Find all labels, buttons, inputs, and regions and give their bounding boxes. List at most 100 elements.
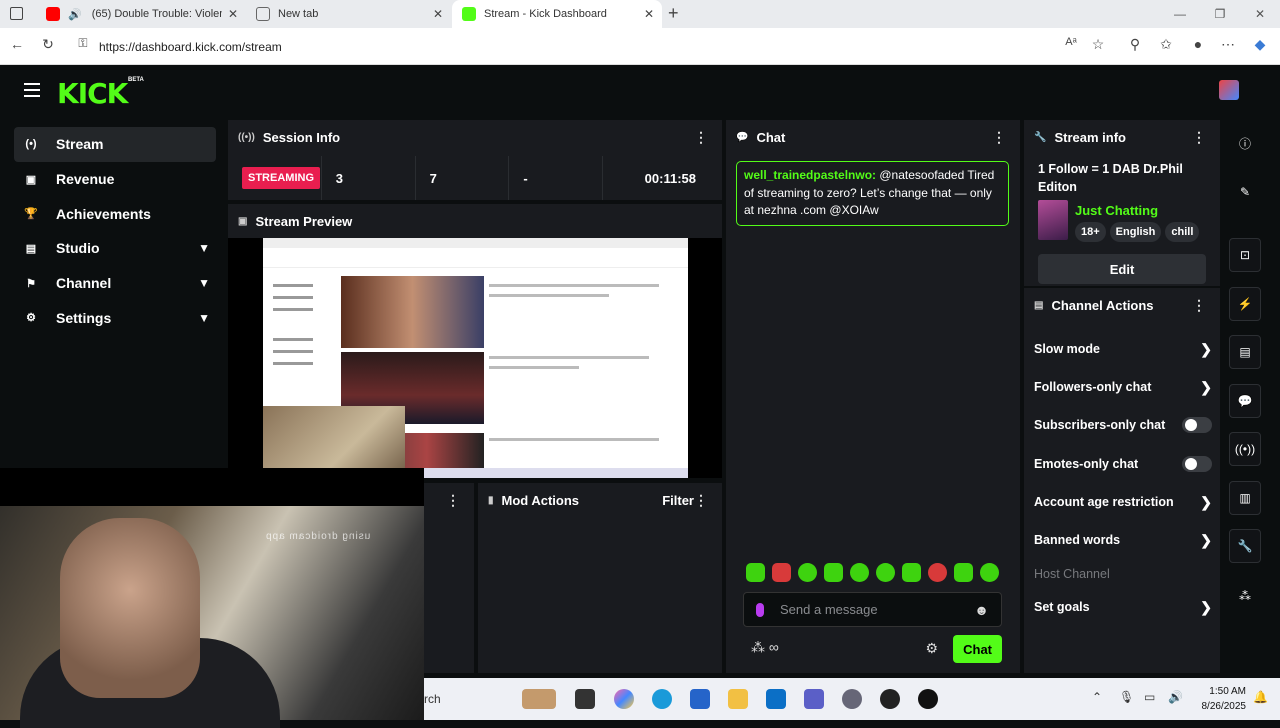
emote-icon[interactable]: [798, 563, 817, 582]
more-menu-icon[interactable]: ⋯: [1218, 36, 1238, 53]
emoji-icon[interactable]: ☻: [974, 602, 989, 618]
back-icon[interactable]: ←: [7, 36, 27, 52]
stream-preview-video[interactable]: [228, 238, 722, 478]
banned-words-item[interactable]: Banned words ❯: [1034, 521, 1212, 559]
copilot-icon[interactable]: ◆: [1250, 36, 1270, 53]
user-avatar[interactable]: [1219, 80, 1239, 100]
emote-icon[interactable]: [902, 563, 921, 582]
store-icon[interactable]: [690, 689, 710, 709]
kebab-menu-icon[interactable]: ⋮: [694, 129, 708, 146]
sidebar-item-revenue[interactable]: ▣ Revenue: [14, 162, 216, 197]
emote-icon[interactable]: [772, 563, 791, 582]
speaker-icon[interactable]: 🔊: [68, 8, 82, 21]
tab-actions-icon[interactable]: [10, 7, 23, 20]
folder-icon[interactable]: [728, 689, 748, 709]
volume-icon[interactable]: 🔊: [1168, 690, 1183, 704]
chevron-down-icon[interactable]: ▼: [198, 311, 210, 325]
obs-icon[interactable]: [918, 689, 938, 709]
new-tab-plus-icon[interactable]: +: [668, 3, 679, 24]
followers-only-chat-item[interactable]: Followers-only chat ❯: [1034, 368, 1212, 406]
document-icon[interactable]: ▤: [1229, 335, 1261, 369]
panel-header: ▮ Mod Actions Filter ⋮: [478, 483, 722, 517]
network-icon[interactable]: ▭: [1144, 690, 1155, 704]
kebab-menu-icon[interactable]: ⋮: [992, 129, 1006, 146]
copilot-icon[interactable]: [614, 689, 634, 709]
session-info-panel: ((•)) Session Info ⋮ STREAMING 3 7 - 00:…: [228, 120, 722, 200]
emotes-only-toggle[interactable]: [1182, 456, 1212, 472]
kebab-menu-icon[interactable]: ⋮: [446, 492, 460, 509]
set-goals-item[interactable]: Set goals ❯: [1034, 588, 1212, 626]
outlook-icon[interactable]: [766, 689, 786, 709]
lightning-icon[interactable]: ⚡: [1229, 287, 1261, 321]
filter-button[interactable]: Filter: [662, 493, 694, 508]
category-name[interactable]: Just Chatting: [1075, 203, 1158, 218]
tab-kick-dashboard[interactable]: Stream - Kick Dashboard ✕: [452, 0, 662, 28]
chat-message[interactable]: well_trainedpastelnwo: @natesoofaded Tir…: [736, 161, 1009, 226]
broadcast-icon[interactable]: ((•)): [1229, 432, 1261, 466]
kebab-menu-icon[interactable]: ⋮: [1192, 129, 1206, 146]
close-tab-icon[interactable]: ✕: [644, 7, 654, 21]
sidebar-item-channel[interactable]: ⚑ Channel ▼: [14, 266, 216, 301]
community-icon[interactable]: ⁂: [1229, 585, 1261, 607]
taskbar-search[interactable]: rch: [424, 692, 441, 706]
settings-gear-icon[interactable]: [842, 689, 862, 709]
hamburger-menu-icon[interactable]: [24, 83, 40, 97]
dog-widget-icon[interactable]: [522, 689, 556, 709]
emote-icon[interactable]: [876, 563, 895, 582]
pencil-icon[interactable]: ✎: [1229, 181, 1261, 203]
layout-icon[interactable]: ▥: [1229, 481, 1261, 515]
screenshot-icon[interactable]: ⊡: [1229, 238, 1261, 272]
task-view-icon[interactable]: [575, 689, 595, 709]
emote-icon[interactable]: [980, 563, 999, 582]
profile-icon[interactable]: ●: [1188, 36, 1208, 52]
gear-icon[interactable]: ⚙: [925, 640, 938, 657]
tab-youtube[interactable]: 🔊 (65) Double Trouble: Violent ✕: [36, 0, 246, 28]
favorites-icon[interactable]: ✩: [1156, 36, 1176, 53]
chevron-up-icon[interactable]: ⌃: [1092, 690, 1102, 704]
kick-logo[interactable]: KICK: [57, 77, 128, 110]
extensions-icon[interactable]: ⚲: [1125, 36, 1145, 53]
slow-mode-item[interactable]: Slow mode ❯: [1034, 330, 1212, 368]
close-tab-icon[interactable]: ✕: [433, 7, 443, 21]
microphone-tray-icon[interactable]: 🎙: [1119, 690, 1134, 704]
emote-icon[interactable]: [850, 563, 869, 582]
sidebar-item-studio[interactable]: ▤ Studio ▼: [14, 231, 216, 266]
read-aloud-icon[interactable]: Aᵃ: [1061, 36, 1081, 48]
sidebar-item-achievements[interactable]: 🏆 Achievements: [14, 196, 216, 231]
maximize-icon[interactable]: ❐: [1200, 0, 1240, 28]
kebab-menu-icon[interactable]: ⋮: [1192, 297, 1206, 314]
clock[interactable]: 1:50 AM 8/26/2025: [1202, 684, 1247, 714]
send-chat-button[interactable]: Chat: [953, 635, 1002, 663]
tab-new-tab[interactable]: New tab ✕: [246, 0, 451, 28]
teams-icon[interactable]: [804, 689, 824, 709]
subscribers-only-toggle[interactable]: [1182, 417, 1212, 433]
kick-points-icon[interactable]: ⁂ ∞: [751, 639, 779, 656]
favorite-star-icon[interactable]: ☆: [1088, 36, 1108, 53]
wrench-icon[interactable]: 🔧: [1229, 529, 1261, 563]
window-close-icon[interactable]: ✕: [1240, 0, 1280, 28]
emote-icon[interactable]: [746, 563, 765, 582]
notification-bell-icon[interactable]: 🔔: [1253, 690, 1268, 704]
emote-icon[interactable]: [928, 563, 947, 582]
sidebar-item-settings[interactable]: ⚙ Settings ▼: [14, 300, 216, 335]
close-tab-icon[interactable]: ✕: [228, 7, 238, 21]
edge-icon[interactable]: [652, 689, 672, 709]
url-field[interactable]: https://dashboard.kick.com/stream: [99, 40, 282, 54]
edit-stream-info-button[interactable]: Edit: [1038, 254, 1206, 284]
site-info-icon[interactable]: ⚿: [73, 36, 93, 51]
chevron-down-icon[interactable]: ▼: [198, 241, 210, 255]
microphone-icon[interactable]: [756, 602, 764, 617]
chat-username[interactable]: well_trainedpastelnwo:: [744, 168, 876, 182]
kebab-menu-icon[interactable]: ⋮: [694, 492, 708, 509]
refresh-icon[interactable]: ↻: [38, 36, 58, 53]
app-icon[interactable]: [880, 689, 900, 709]
info-icon[interactable]: ⓘ: [1229, 132, 1261, 154]
emote-icon[interactable]: [954, 563, 973, 582]
chat-icon[interactable]: 💬: [1229, 384, 1261, 418]
emote-icon[interactable]: [824, 563, 843, 582]
chat-input[interactable]: Send a message ☻: [743, 592, 1002, 627]
minimize-icon[interactable]: —: [1160, 0, 1200, 28]
sidebar-item-stream[interactable]: (•) Stream: [14, 127, 216, 162]
account-age-restriction-item[interactable]: Account age restriction ❯: [1034, 483, 1212, 521]
chevron-down-icon[interactable]: ▼: [198, 276, 210, 290]
